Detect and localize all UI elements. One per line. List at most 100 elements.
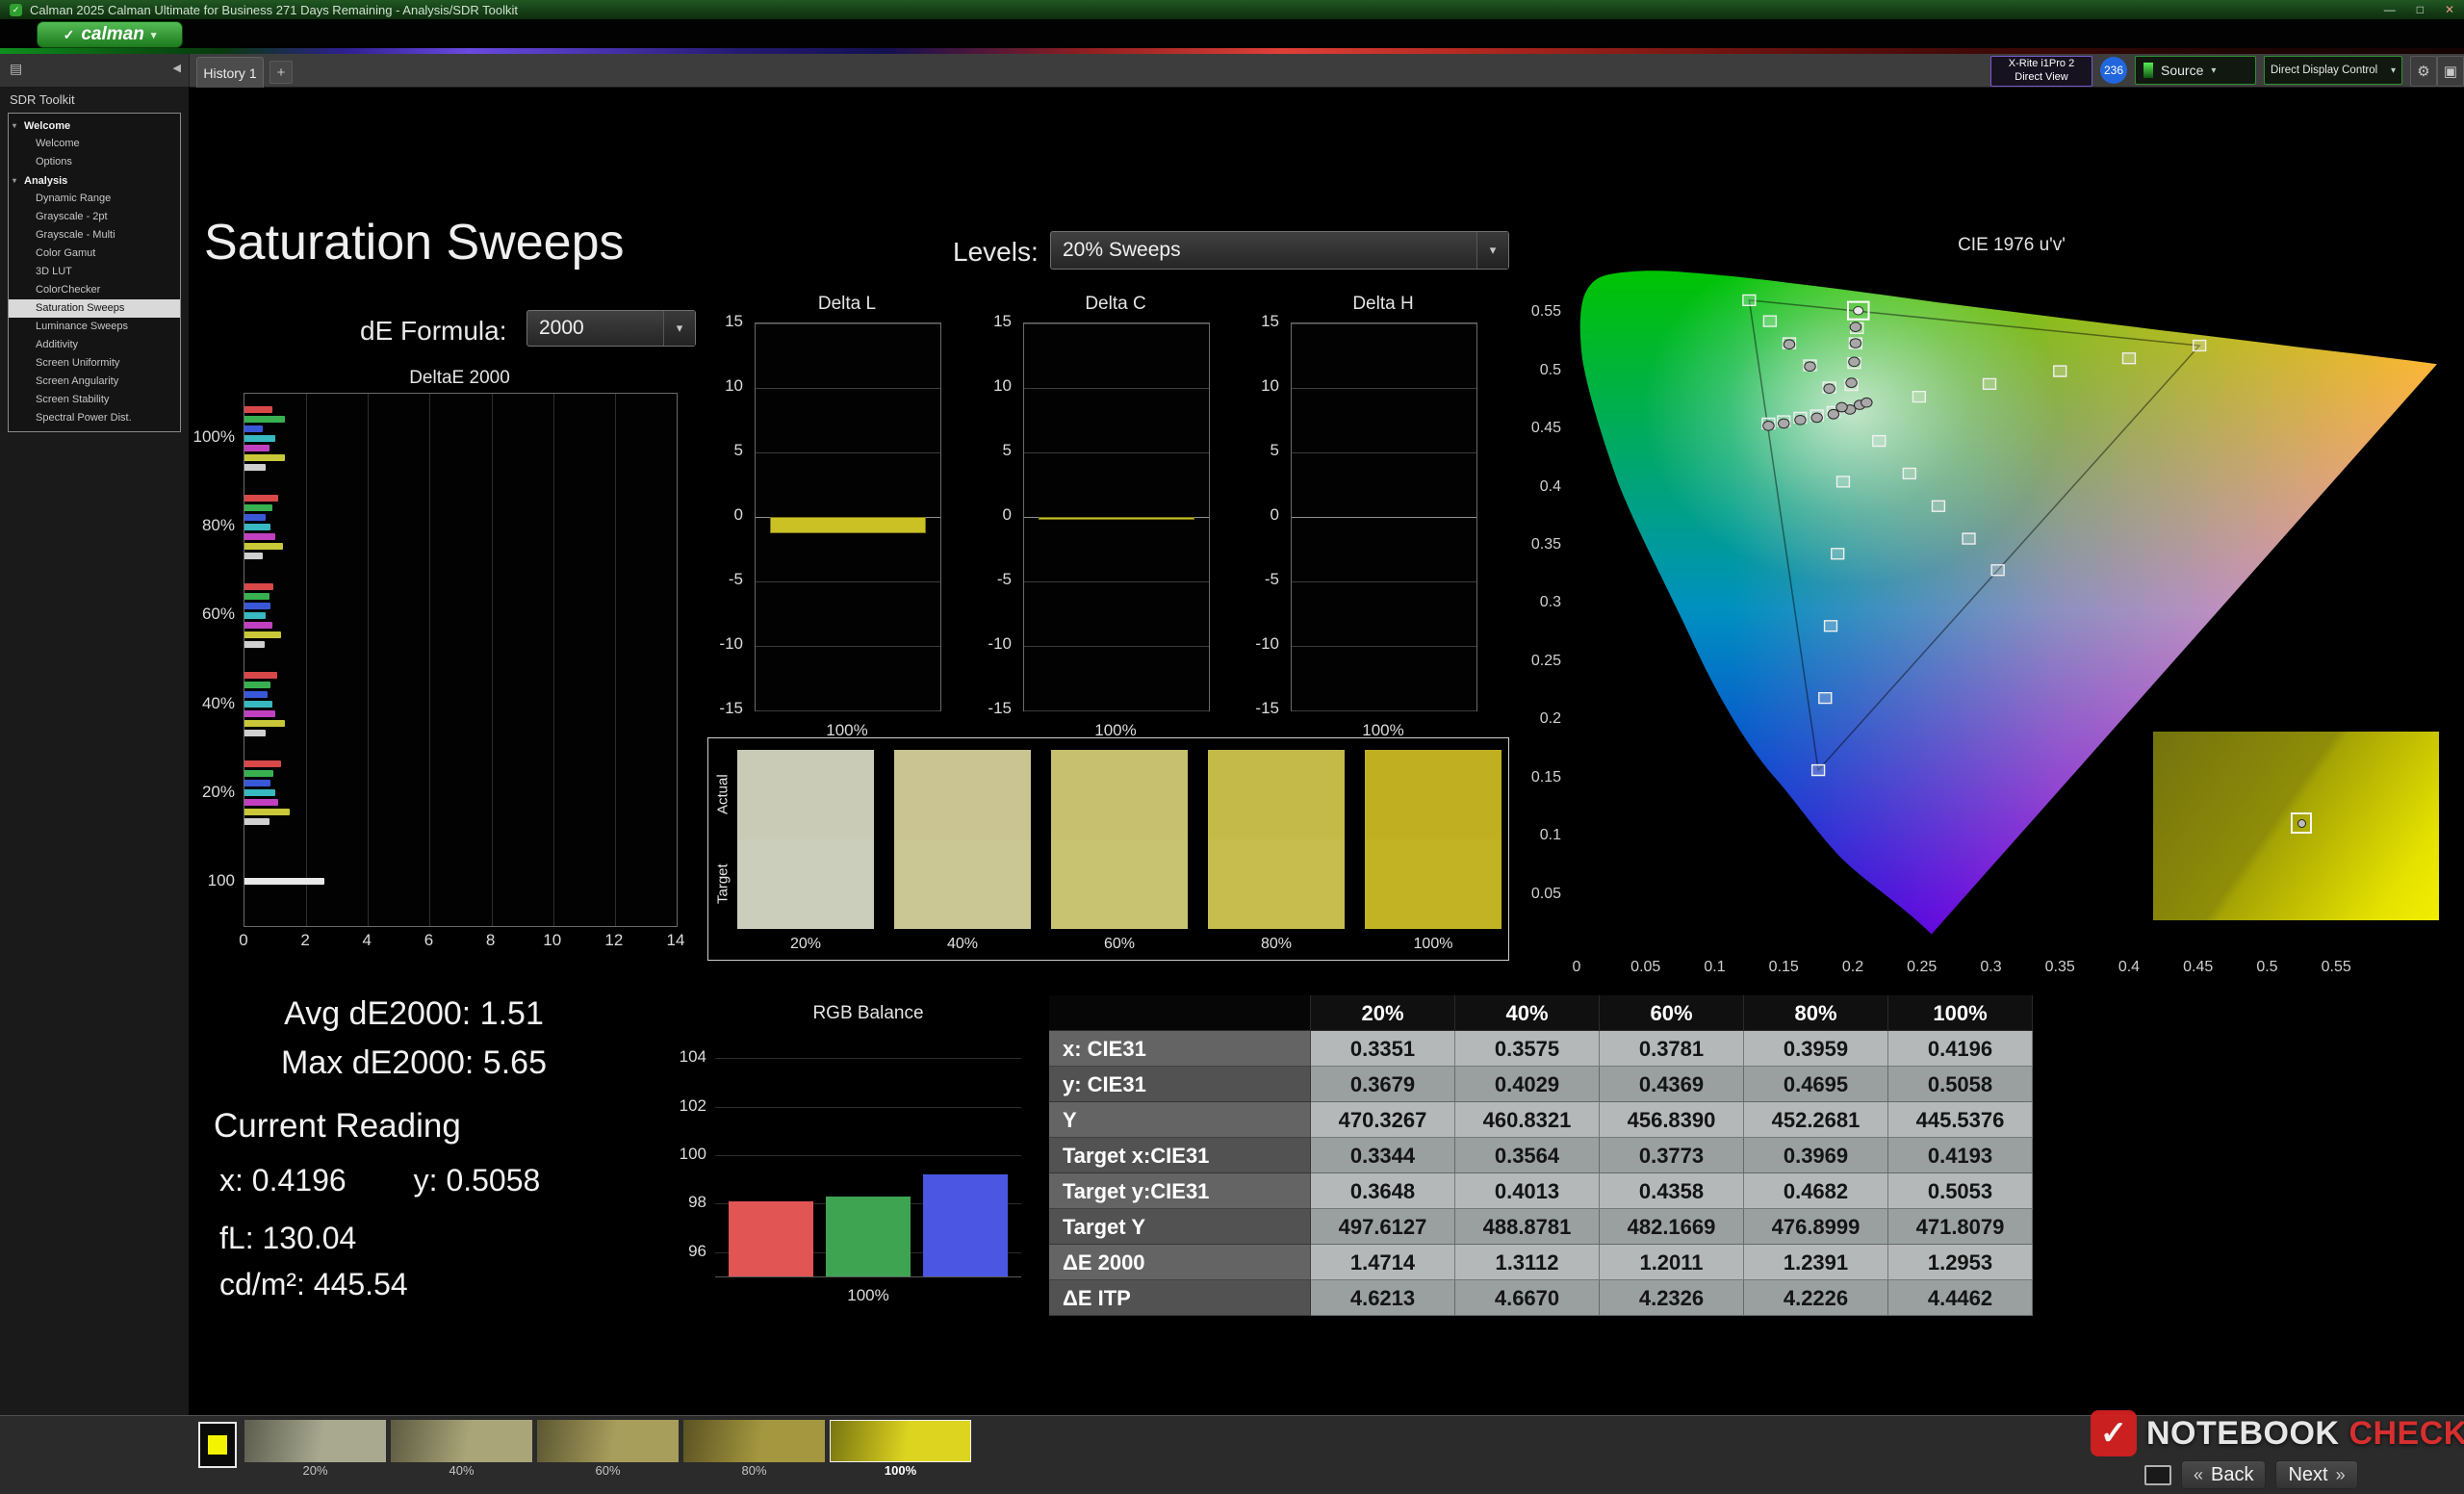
sidebar-item-screen-stability[interactable]: Screen Stability: [9, 391, 180, 409]
table-row: ΔE ITP 4.6213 4.6670 4.2326 4.2226 4.4462: [1049, 1280, 2037, 1316]
sidebar-group-welcome[interactable]: ▾ Welcome: [9, 117, 180, 136]
pattern-thumb-20[interactable]: 20%: [244, 1420, 386, 1480]
cell-value: 1.2953: [1888, 1245, 2033, 1280]
window-title: Calman 2025 Calman Ultimate for Business…: [30, 2, 518, 17]
y-axis-label: 60%: [201, 605, 235, 624]
tab-history-1[interactable]: History 1: [196, 57, 264, 88]
y-readout: y: 0.5058: [414, 1163, 541, 1198]
tree-collapse-icon[interactable]: ▾: [13, 175, 16, 187]
levels-dropdown[interactable]: 20% Sweeps ▾: [1050, 231, 1509, 270]
target-marker: [1903, 468, 1915, 478]
table-row: x: CIE31 0.3351 0.3575 0.3781 0.3959 0.4196: [1049, 1031, 2037, 1067]
cell-value: 0.3344: [1311, 1138, 1455, 1173]
cie-chart-title: CIE 1976 u'v': [1958, 235, 2066, 255]
sidebar-item-luminance-sweeps[interactable]: Luminance Sweeps: [9, 318, 180, 336]
chevron-down-icon: ▾: [663, 311, 695, 346]
sidebar-item-saturation-sweeps[interactable]: Saturation Sweeps: [9, 299, 180, 319]
sidebar-item-spectral-power-dist[interactable]: Spectral Power Dist.: [9, 409, 180, 427]
column-header: 100%: [1888, 995, 2033, 1031]
sidebar-item-colorchecker[interactable]: ColorChecker: [9, 281, 180, 299]
pattern-thumb-60[interactable]: 60%: [537, 1420, 679, 1480]
workflow-icon[interactable]: ▤: [10, 61, 22, 77]
bar: [244, 682, 271, 689]
y-axis-label: -10: [988, 634, 1012, 653]
actual-swatch: [1365, 750, 1502, 839]
target-marker: [1836, 477, 1849, 487]
sidebar-group-analysis[interactable]: ▾ Analysis: [9, 172, 180, 191]
swatch-80: 80%: [1208, 750, 1345, 953]
sidebar-item-dynamic-range[interactable]: Dynamic Range: [9, 191, 180, 209]
bar: [244, 818, 270, 826]
avg-max-readout: Avg dE2000: 1.51 Max dE2000: 5.65: [223, 990, 604, 1088]
display-control-label: Direct Display Control: [2271, 64, 2378, 76]
gridline: [1292, 323, 1476, 324]
bar-group-100: [244, 394, 677, 482]
gridline: [715, 1106, 1021, 1108]
de-formula-dropdown[interactable]: 2000 ▾: [526, 310, 696, 347]
pattern-preview-window[interactable]: [2153, 732, 2439, 920]
pattern-thumb-100[interactable]: 100%: [830, 1420, 971, 1480]
bar: [244, 770, 274, 778]
measured-marker: [1861, 398, 1872, 407]
back-button[interactable]: « Back: [2181, 1460, 2267, 1489]
sidebar-item-grayscale-multi[interactable]: Grayscale - Multi: [9, 227, 180, 245]
cell-value: 0.4196: [1888, 1031, 2033, 1067]
session-badge[interactable]: 236: [2100, 57, 2127, 84]
pattern-thumb-80[interactable]: 80%: [683, 1420, 825, 1480]
maximize-button[interactable]: □: [2417, 3, 2424, 16]
tree-collapse-icon[interactable]: ▾: [13, 120, 16, 132]
cell-value: 0.4013: [1455, 1173, 1600, 1209]
bar-group-40: [244, 660, 677, 749]
pattern-thumb-40[interactable]: 40%: [391, 1420, 532, 1480]
watermark-word-2: CHECK: [2348, 1414, 2464, 1452]
next-button[interactable]: Next »: [2275, 1460, 2358, 1489]
swatch-label: 80%: [1260, 936, 1293, 952]
x-axis-label: 0.4: [2118, 959, 2141, 975]
pattern-thumb-window[interactable]: [198, 1422, 237, 1468]
x-axis-label: 0.15: [1768, 959, 1799, 975]
gridline: [1292, 710, 1476, 711]
gridline: [1292, 581, 1476, 582]
gridline: [1292, 646, 1476, 647]
close-button[interactable]: ✕: [2445, 3, 2454, 16]
collapse-sidebar-button[interactable]: ◀: [173, 62, 181, 74]
settings-gear-button[interactable]: ⚙: [2410, 56, 2437, 87]
x-label: x:: [219, 1163, 244, 1198]
meter-button[interactable]: X-Rite i1Pro 2 Direct View: [1990, 56, 2092, 87]
cell-value: 0.4193: [1888, 1138, 2033, 1173]
sidebar-item-screen-uniformity[interactable]: Screen Uniformity: [9, 354, 180, 373]
swatch-label: 40%: [946, 936, 979, 952]
watermark-word-1: NOTEBOOK: [2146, 1414, 2340, 1452]
table-row: y: CIE31 0.3679 0.4029 0.4369 0.4695 0.5058: [1049, 1067, 2037, 1102]
pattern-window-toggle-icon[interactable]: [2144, 1464, 2171, 1485]
cell-value: 0.4029: [1455, 1067, 1600, 1102]
sidebar-item-grayscale-2pt[interactable]: Grayscale - 2pt: [9, 209, 180, 227]
sidebar-item-screen-angularity[interactable]: Screen Angularity: [9, 373, 180, 391]
sidebar-item-additivity[interactable]: Additivity: [9, 336, 180, 354]
minimize-button[interactable]: —: [2384, 3, 2396, 16]
source-dropdown[interactable]: Source ▾: [2135, 56, 2256, 85]
row-label: y: CIE31: [1049, 1067, 1311, 1102]
swatch-panel: Actual Target 20% 40% 60% 80% 100%: [707, 737, 1509, 961]
gridline: [1292, 388, 1476, 389]
actual-label: Actual: [714, 774, 732, 815]
delta-l-title: Delta L: [817, 294, 877, 314]
layout-button[interactable]: ▣: [2437, 56, 2464, 87]
sidebar-item-color-gamut[interactable]: Color Gamut: [9, 245, 180, 264]
cell-value: 0.3969: [1744, 1138, 1888, 1173]
calman-menu-button[interactable]: ✓ calman ▾: [37, 21, 183, 48]
cell-value: 0.4682: [1744, 1173, 1888, 1209]
thumb-label: 80%: [741, 1463, 767, 1478]
display-control-dropdown[interactable]: Direct Display Control ▾: [2264, 56, 2402, 85]
add-tab-button[interactable]: +: [270, 61, 293, 84]
column-header: 20%: [1311, 995, 1455, 1031]
y-axis-label: 10: [993, 376, 1012, 395]
cell-value: 0.3575: [1455, 1031, 1600, 1067]
sidebar-item-options[interactable]: Options: [9, 154, 180, 172]
sidebar-item-welcome[interactable]: Welcome: [9, 136, 180, 154]
row-label: ΔE ITP: [1049, 1280, 1311, 1316]
bar: [244, 621, 272, 629]
sidebar-item-3d-lut[interactable]: 3D LUT: [9, 264, 180, 282]
current-pattern-swatch: [208, 1435, 227, 1455]
rgb-balance-chart: RGB Balance 104 102 100 98 96 100%: [672, 1003, 1038, 1311]
